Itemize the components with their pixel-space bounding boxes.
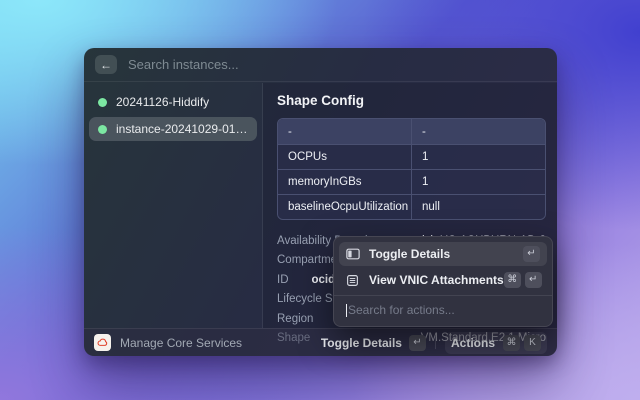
command-key-badge: ⌘ xyxy=(504,272,521,288)
menu-item-label: View VNIC Attachments xyxy=(369,273,504,287)
action-search-input[interactable] xyxy=(348,303,540,317)
enter-key-badge: ↵ xyxy=(525,272,542,288)
table-cell-key: OCPUs xyxy=(278,145,412,169)
footer-bar: Manage Core Services Toggle Details ↵ Ac… xyxy=(84,328,557,356)
screen: ← 20241126-Hiddify instance-20241029-010… xyxy=(0,0,640,400)
command-key-badge: ⌘ xyxy=(503,335,520,351)
menu-item-shortcut: ⌘ ↵ xyxy=(504,272,542,288)
table-cell-value: 1 xyxy=(412,170,545,194)
attachments-list-icon xyxy=(346,273,360,287)
table-row: baselineOcpuUtilization null xyxy=(278,194,545,219)
list-item-label: instance-20241029-0105-Hesti... xyxy=(116,122,248,136)
section-title: Shape Config xyxy=(277,93,546,108)
list-item-hiddify[interactable]: 20241126-Hiddify xyxy=(89,90,257,114)
status-dot-icon xyxy=(98,98,107,107)
table-cell-value: null xyxy=(412,195,545,219)
enter-key-badge: ↵ xyxy=(523,246,540,262)
table-cell-value: 1 xyxy=(412,145,545,169)
table-row: OCPUs 1 xyxy=(278,144,545,169)
table-row: - - xyxy=(278,119,545,144)
shape-config-table: - - OCPUs 1 memoryInGBs 1 baselineOcpuUt… xyxy=(277,118,546,220)
instance-list: 20241126-Hiddify instance-20241029-0105-… xyxy=(84,83,262,328)
footer-separator xyxy=(435,336,436,349)
back-arrow-icon: ← xyxy=(100,59,112,71)
actions-label: Actions xyxy=(451,336,495,350)
sidebar-toggle-icon xyxy=(346,247,360,261)
enter-key-badge: ↵ xyxy=(409,335,426,351)
text-cursor xyxy=(346,304,347,317)
app-name-label: Manage Core Services xyxy=(120,336,242,350)
action-search-row xyxy=(339,299,547,321)
search-bar: ← xyxy=(84,48,557,82)
menu-item-shortcut: ↵ xyxy=(523,246,540,262)
back-button[interactable]: ← xyxy=(95,55,117,74)
action-menu-popup: Toggle Details ↵ View VNIC Attachments ⌘… xyxy=(333,236,553,327)
table-cell-value: - xyxy=(412,119,545,144)
search-input[interactable] xyxy=(128,57,546,72)
actions-button[interactable]: Actions ⌘ K xyxy=(445,332,547,354)
list-item-instance-selected[interactable]: instance-20241029-0105-Hesti... xyxy=(89,117,257,141)
k-key-badge: K xyxy=(524,335,541,351)
table-cell-key: - xyxy=(278,119,412,144)
table-cell-key: memoryInGBs xyxy=(278,170,412,194)
menu-item-view-vnic-attachments[interactable]: View VNIC Attachments ⌘ ↵ xyxy=(339,268,547,292)
primary-action-button[interactable]: Toggle Details xyxy=(321,336,402,350)
metadata-label: ID xyxy=(277,274,289,286)
table-cell-key: baselineOcpuUtilization xyxy=(278,195,412,219)
footer-actions: Toggle Details ↵ Actions ⌘ K xyxy=(321,332,547,354)
oracle-cloud-icon xyxy=(94,334,111,351)
menu-item-toggle-details[interactable]: Toggle Details ↵ xyxy=(339,242,547,266)
status-dot-icon xyxy=(98,125,107,134)
menu-divider xyxy=(334,295,552,296)
table-row: memoryInGBs 1 xyxy=(278,169,545,194)
list-item-label: 20241126-Hiddify xyxy=(116,95,209,109)
menu-item-label: Toggle Details xyxy=(369,247,450,261)
metadata-label: Region xyxy=(277,313,313,325)
